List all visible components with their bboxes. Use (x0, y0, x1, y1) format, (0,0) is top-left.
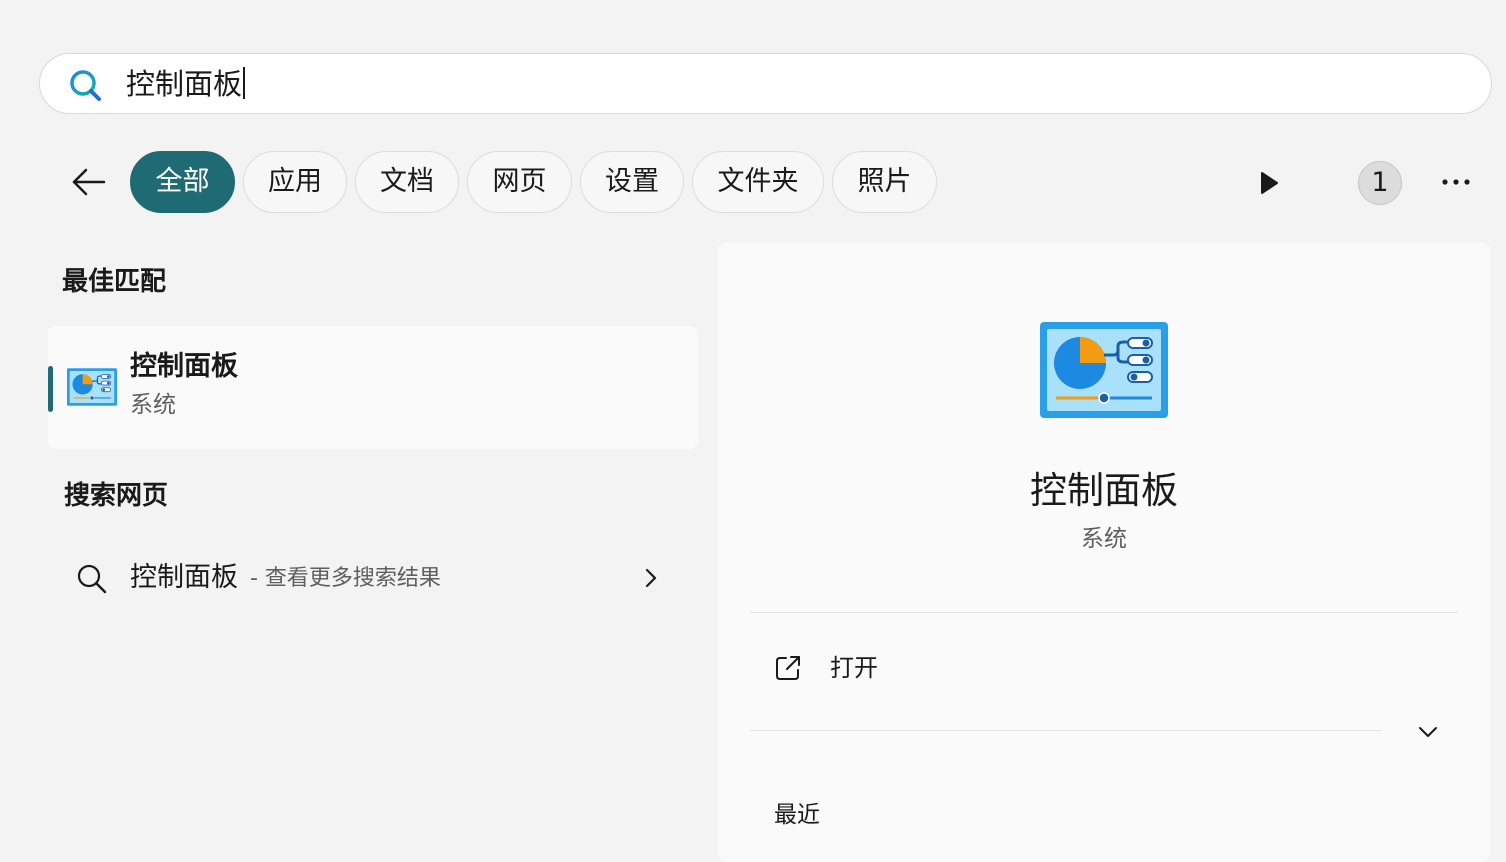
filter-chip-web[interactable]: 网页 (467, 151, 572, 213)
filter-chip-photos[interactable]: 照片 (832, 151, 937, 213)
recent-heading: 最近 (774, 802, 820, 828)
filter-chip-folders[interactable]: 文件夹 (692, 151, 824, 213)
web-search-query: 控制面板 (130, 562, 238, 593)
search-bar[interactable]: 控制面板 (39, 53, 1492, 114)
filter-chip-apps[interactable]: 应用 (243, 151, 347, 213)
notification-badge[interactable]: 1 (1358, 161, 1402, 205)
selection-indicator (48, 366, 53, 412)
open-button[interactable]: 打开 (750, 638, 1458, 704)
chevron-right-icon (645, 568, 657, 588)
web-search-hint: - 查看更多搜索结果 (250, 566, 441, 591)
search-web-icon (77, 564, 107, 594)
more-icon[interactable] (1436, 168, 1476, 196)
filter-chip-settings[interactable]: 设置 (580, 151, 684, 213)
back-arrow-icon[interactable] (66, 162, 110, 202)
text-caret (243, 67, 246, 99)
divider (750, 612, 1458, 613)
filter-chip-all[interactable]: 全部 (130, 151, 235, 213)
details-pane: 控制面板 系统 打开 最近 (718, 242, 1490, 862)
best-match-subtitle: 系统 (130, 392, 176, 418)
search-input[interactable]: 控制面板 (126, 65, 246, 103)
web-search-result[interactable]: 控制面板 - 查看更多搜索结果 (60, 548, 678, 610)
details-title: 控制面板 (1030, 469, 1178, 512)
web-search-heading: 搜索网页 (64, 481, 169, 511)
details-subtitle: 系统 (1081, 526, 1127, 552)
best-match-item[interactable]: 控制面板 系统 (48, 326, 698, 449)
best-match-title: 控制面板 (130, 351, 238, 382)
open-label: 打开 (830, 654, 878, 682)
best-match-heading: 最佳匹配 (62, 267, 167, 297)
search-query-text: 控制面板 (126, 67, 243, 101)
chevron-down-icon[interactable] (1412, 718, 1444, 746)
control-panel-icon (1040, 322, 1168, 418)
filter-chip-documents[interactable]: 文档 (355, 151, 459, 213)
play-icon[interactable] (1252, 166, 1286, 200)
control-panel-icon (67, 368, 117, 406)
open-external-icon (776, 656, 800, 680)
search-icon (70, 70, 101, 101)
divider (750, 730, 1382, 731)
